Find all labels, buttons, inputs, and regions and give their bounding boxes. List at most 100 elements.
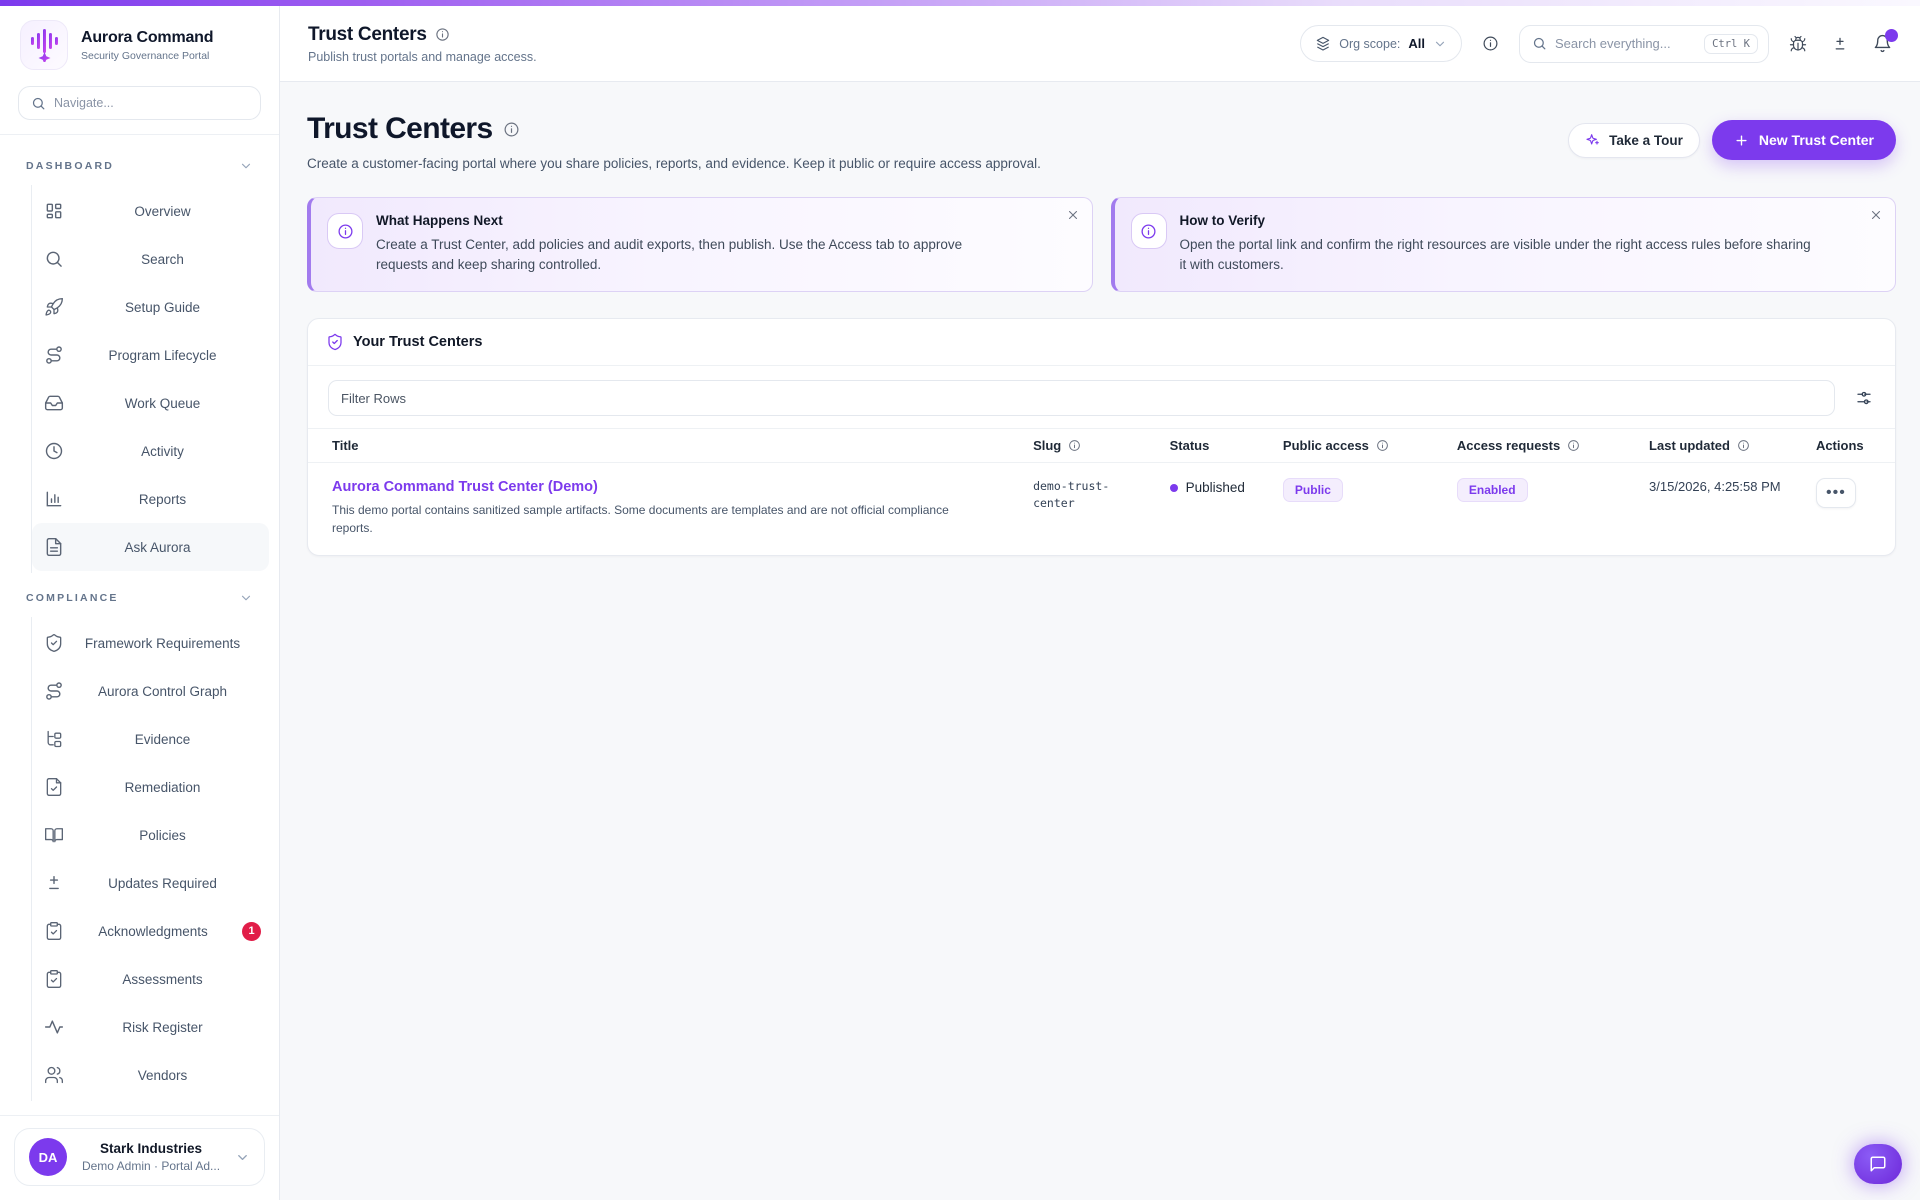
sidebar-item-label: Evidence bbox=[64, 732, 261, 747]
status-dot bbox=[1170, 484, 1178, 492]
info-icon[interactable] bbox=[1376, 439, 1389, 452]
section-dashboard-list: Overview Search Setup Guide Program Life… bbox=[31, 185, 279, 573]
section-label: COMPLIANCE bbox=[26, 592, 119, 604]
column-access-requests: Access requests bbox=[1445, 429, 1637, 463]
route-icon bbox=[44, 345, 64, 365]
global-search-input[interactable] bbox=[1555, 36, 1696, 51]
sidebar-item-program-lifecycle[interactable]: Program Lifecycle bbox=[32, 331, 279, 379]
plus-icon bbox=[1734, 133, 1749, 148]
sidebar-item-label: Vendors bbox=[64, 1068, 261, 1083]
sidebar-item-vendors[interactable]: Vendors bbox=[32, 1051, 279, 1099]
new-trust-center-label: New Trust Center bbox=[1759, 132, 1874, 148]
chevron-down-icon bbox=[1433, 37, 1447, 51]
close-icon[interactable] bbox=[1066, 208, 1080, 222]
column-settings-icon[interactable] bbox=[1851, 385, 1877, 411]
sidebar-item-ask-aurora[interactable]: Ask Aurora bbox=[32, 523, 269, 571]
column-status: Status bbox=[1158, 429, 1271, 463]
sidebar-item-label: Updates Required bbox=[64, 876, 261, 891]
row-actions-menu-button[interactable]: ••• bbox=[1816, 478, 1856, 508]
keyboard-shortcut-badge: Ctrl K bbox=[1704, 34, 1758, 54]
chat-widget-button[interactable] bbox=[1854, 1144, 1902, 1184]
navigate-search[interactable] bbox=[18, 86, 261, 120]
info-icon[interactable] bbox=[1737, 439, 1750, 452]
sidebar-item-aurora-control-graph[interactable]: Aurora Control Graph bbox=[32, 667, 279, 715]
sidebar-item-setup-guide[interactable]: Setup Guide bbox=[32, 283, 279, 331]
last-updated-value: 3/15/2026, 4:25:58 PM bbox=[1649, 478, 1792, 496]
sidebar-item-label: Program Lifecycle bbox=[64, 348, 261, 363]
search-icon bbox=[44, 249, 64, 269]
global-search[interactable]: Ctrl K bbox=[1519, 25, 1769, 63]
sidebar-item-work-queue[interactable]: Work Queue bbox=[32, 379, 279, 427]
user-menu[interactable]: DA Stark Industries Demo Admin · Portal … bbox=[14, 1128, 265, 1186]
filter-rows-input[interactable] bbox=[328, 380, 1835, 416]
how-to-verify-card: How to Verify Open the portal link and c… bbox=[1111, 197, 1897, 292]
user-org-name: Stark Industries bbox=[79, 1141, 223, 1156]
sidebar-item-label: Search bbox=[64, 252, 261, 267]
diff-button[interactable] bbox=[1827, 31, 1853, 57]
column-last-updated: Last updated bbox=[1637, 429, 1804, 463]
close-icon[interactable] bbox=[1869, 208, 1883, 222]
acknowledgments-count-badge: 1 bbox=[242, 922, 261, 941]
trust-centers-table: Title Slug Status Public access Access r… bbox=[308, 428, 1895, 555]
clipboard-check-icon bbox=[44, 969, 64, 989]
brand-name: Aurora Command bbox=[81, 29, 213, 47]
document-icon bbox=[44, 537, 64, 557]
trust-center-link[interactable]: Aurora Command Trust Center (Demo) bbox=[332, 479, 598, 495]
trust-centers-panel: Your Trust Centers Title bbox=[307, 318, 1896, 556]
layers-icon bbox=[1315, 36, 1331, 52]
table-header-row: Title Slug Status Public access Access r… bbox=[308, 429, 1895, 463]
notification-dot bbox=[1885, 29, 1898, 42]
sidebar-item-evidence[interactable]: Evidence bbox=[32, 715, 279, 763]
take-a-tour-button[interactable]: Take a Tour bbox=[1568, 123, 1700, 158]
section-label: DASHBOARD bbox=[26, 160, 114, 172]
trust-center-description: This demo portal contains sanitized samp… bbox=[332, 502, 992, 537]
info-icon[interactable] bbox=[1567, 439, 1580, 452]
aurora-logo-icon bbox=[20, 20, 68, 70]
sidebar-item-policies[interactable]: Policies bbox=[32, 811, 279, 859]
new-trust-center-button[interactable]: New Trust Center bbox=[1712, 120, 1896, 160]
card-body: Create a Trust Center, add policies and … bbox=[376, 235, 1016, 274]
section-dashboard-header[interactable]: DASHBOARD bbox=[0, 151, 279, 181]
info-icon[interactable] bbox=[435, 27, 450, 42]
route-icon bbox=[44, 681, 64, 701]
sidebar-item-overview[interactable]: Overview bbox=[32, 187, 279, 235]
access-requests-badge: Enabled bbox=[1457, 478, 1528, 502]
slug-value: demo-trust-center bbox=[1033, 478, 1146, 513]
sidebar-footer: DA Stark Industries Demo Admin · Portal … bbox=[0, 1115, 279, 1200]
sidebar-item-framework-requirements[interactable]: Framework Requirements bbox=[32, 619, 279, 667]
sidebar-item-updates-required[interactable]: Updates Required bbox=[32, 859, 279, 907]
notifications-button[interactable] bbox=[1869, 30, 1896, 57]
top-header: Trust Centers Publish trust portals and … bbox=[280, 6, 1920, 82]
org-scope-value: All bbox=[1408, 36, 1425, 51]
sidebar-item-label: Risk Register bbox=[64, 1020, 261, 1035]
dashboard-grid-icon bbox=[44, 201, 64, 221]
org-scope-label: Org scope: bbox=[1339, 37, 1400, 51]
inbox-icon bbox=[44, 393, 64, 413]
shield-check-icon bbox=[326, 333, 344, 351]
sidebar-item-risk-register[interactable]: Risk Register bbox=[32, 1003, 279, 1051]
search-icon bbox=[31, 96, 46, 111]
section-compliance-header[interactable]: COMPLIANCE bbox=[0, 583, 279, 613]
status-value: Published bbox=[1186, 480, 1245, 495]
sidebar-item-search[interactable]: Search bbox=[32, 235, 279, 283]
sidebar-item-assessments[interactable]: Assessments bbox=[32, 955, 279, 1003]
sidebar-item-activity[interactable]: Activity bbox=[32, 427, 279, 475]
sidebar-item-reports[interactable]: Reports bbox=[32, 475, 279, 523]
org-scope-dropdown[interactable]: Org scope: All bbox=[1300, 25, 1462, 62]
info-icon[interactable] bbox=[503, 121, 520, 138]
help-info-button[interactable] bbox=[1478, 31, 1503, 56]
sidebar-item-label: Assessments bbox=[64, 972, 261, 987]
sidebar-item-label: Policies bbox=[64, 828, 261, 843]
book-open-icon bbox=[44, 825, 64, 845]
tree-icon bbox=[44, 729, 64, 749]
sidebar-item-acknowledgments[interactable]: Acknowledgments 1 bbox=[32, 907, 279, 955]
column-actions: Actions bbox=[1804, 429, 1895, 463]
users-icon bbox=[44, 1065, 64, 1085]
search-icon bbox=[1532, 36, 1547, 51]
info-icon[interactable] bbox=[1068, 439, 1081, 452]
sidebar-item-remediation[interactable]: Remediation bbox=[32, 763, 279, 811]
column-slug: Slug bbox=[1021, 429, 1158, 463]
navigate-input[interactable] bbox=[54, 96, 248, 110]
sparkles-icon bbox=[1585, 132, 1601, 148]
bug-report-button[interactable] bbox=[1785, 31, 1811, 57]
